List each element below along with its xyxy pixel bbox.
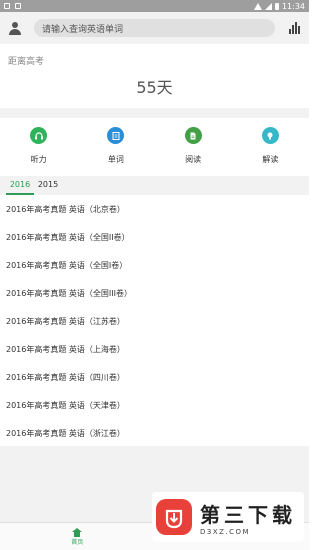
watermark: 第三下载 D3XZ.COM bbox=[152, 492, 304, 542]
status-indicators: 11:34 bbox=[253, 1, 305, 11]
exam-list: 2016年高考真题 英语（北京卷） 2016年高考真题 英语（全国II卷） 20… bbox=[0, 195, 309, 447]
document-icon bbox=[184, 127, 202, 144]
category-reading[interactable]: 阅读 bbox=[155, 118, 232, 176]
search-placeholder: 请输入查询英语单词 bbox=[42, 24, 124, 35]
signal-icon bbox=[264, 2, 272, 10]
list-item[interactable]: 2016年高考真题 英语（江苏卷） bbox=[0, 307, 309, 335]
nav-home-label: 首页 bbox=[71, 538, 84, 546]
category-menu: 听力 单词 阅读 解读 bbox=[0, 118, 309, 176]
list-item[interactable]: 2016年高考真题 英语（四川卷） bbox=[0, 363, 309, 391]
headphones-icon bbox=[30, 127, 48, 144]
section-divider bbox=[0, 108, 309, 118]
list-item[interactable]: 2016年高考真题 英语（天津卷） bbox=[0, 391, 309, 419]
category-label: 单词 bbox=[107, 155, 124, 164]
stats-icon[interactable] bbox=[289, 22, 301, 34]
search-bar: 请输入查询英语单词 bbox=[0, 12, 309, 44]
list-item[interactable]: 2016年高考真题 英语（全国II卷） bbox=[0, 223, 309, 251]
category-analysis[interactable]: 解读 bbox=[232, 118, 309, 176]
status-notifications bbox=[4, 3, 21, 9]
category-listening[interactable]: 听力 bbox=[0, 118, 77, 176]
category-label: 解读 bbox=[262, 155, 279, 164]
notification-icon bbox=[4, 3, 10, 9]
countdown-label: 距离高考 bbox=[8, 57, 45, 67]
user-profile-icon[interactable] bbox=[8, 21, 22, 35]
notification-icon bbox=[15, 3, 21, 9]
nav-home[interactable]: 首页 bbox=[0, 523, 155, 550]
status-bar: 11:34 bbox=[0, 0, 309, 12]
category-label: 听力 bbox=[30, 155, 47, 164]
status-time: 11:34 bbox=[281, 1, 305, 11]
home-icon bbox=[72, 527, 83, 537]
book-icon bbox=[107, 127, 125, 144]
battery-icon bbox=[274, 2, 279, 10]
watermark-title: 第三下载 bbox=[200, 502, 296, 527]
exam-countdown: 距离高考 55天 bbox=[0, 44, 309, 108]
watermark-url: D3XZ.COM bbox=[200, 527, 251, 536]
list-item[interactable]: 2016年高考真题 英语（全国I卷） bbox=[0, 251, 309, 279]
wifi-icon bbox=[253, 2, 262, 10]
list-item[interactable]: 2016年高考真题 英语（上海卷） bbox=[0, 335, 309, 363]
tab-2015[interactable]: 2015 bbox=[34, 176, 62, 195]
category-label: 阅读 bbox=[185, 155, 202, 164]
list-item[interactable]: 2016年高考真题 英语（北京卷） bbox=[0, 195, 309, 223]
watermark-logo-icon bbox=[156, 499, 192, 535]
countdown-days: 55天 bbox=[136, 78, 173, 97]
lightbulb-icon bbox=[261, 127, 279, 144]
search-input[interactable]: 请输入查询英语单词 bbox=[34, 19, 275, 37]
list-item[interactable]: 2016年高考真题 英语（浙江卷） bbox=[0, 419, 309, 447]
year-tabs: 2016 2015 bbox=[0, 176, 309, 195]
category-vocabulary[interactable]: 单词 bbox=[77, 118, 154, 176]
list-item[interactable]: 2016年高考真题 英语（全国III卷） bbox=[0, 279, 309, 307]
tab-2016[interactable]: 2016 bbox=[6, 176, 34, 195]
